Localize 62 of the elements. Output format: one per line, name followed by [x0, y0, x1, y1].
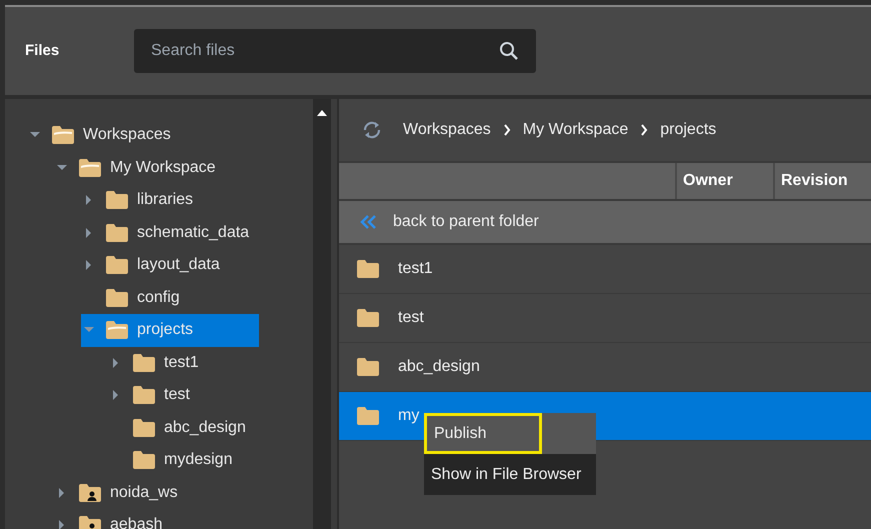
folder-icon	[356, 406, 380, 426]
tree-label: Workspaces	[83, 125, 172, 146]
tree-item[interactable]: projects	[81, 314, 260, 346]
tree-item[interactable]: mydesign	[108, 444, 298, 476]
scroll-up-icon[interactable]	[316, 108, 328, 118]
tree-label: test	[164, 385, 191, 406]
folder-icon	[132, 418, 156, 438]
folder-icon	[356, 308, 380, 328]
tree-item[interactable]: schematic_data	[81, 216, 313, 249]
refresh-icon[interactable]	[361, 119, 383, 141]
folder-icon	[105, 222, 129, 243]
folder-icon	[356, 357, 380, 377]
files-title: Files	[25, 40, 60, 61]
folder-icon	[132, 450, 156, 470]
search-field[interactable]: Search files	[134, 29, 536, 73]
tree-item[interactable]: noida_ws	[54, 476, 244, 509]
folder-icon	[132, 385, 156, 406]
tree-item[interactable]: layout_data	[81, 249, 286, 282]
open-folder-icon	[105, 320, 129, 340]
search-icon[interactable]	[499, 41, 519, 61]
tree-label: My Workspace	[110, 158, 217, 178]
tree-label: schematic_data	[137, 222, 250, 243]
tree-label: projects	[137, 320, 194, 340]
tree-item[interactable]: abc_design	[108, 412, 312, 444]
tree-item[interactable]: test	[108, 379, 256, 412]
tree-label: noida_ws	[110, 482, 179, 503]
tree-item[interactable]: config	[81, 282, 246, 314]
tree-item[interactable]: libraries	[81, 184, 260, 216]
double-chevron-left-icon	[359, 214, 379, 230]
breadcrumb-link[interactable]: Workspaces	[403, 118, 491, 142]
back-label: back to parent folder	[393, 212, 539, 232]
folder-name: my	[398, 406, 420, 426]
tree-label: test1	[164, 352, 200, 373]
folder-icon	[105, 190, 129, 210]
menu-item[interactable]: Publish	[424, 413, 542, 454]
back-row[interactable]: back to parent folder	[339, 201, 871, 245]
chevron-right-icon	[502, 124, 511, 136]
tree-label: libraries	[137, 190, 194, 210]
column-header[interactable]: Revision	[773, 163, 871, 199]
user-folder-icon	[78, 482, 102, 503]
open-folder-icon	[78, 158, 102, 178]
column-header[interactable]: Owner	[675, 163, 773, 199]
breadcrumb-link[interactable]: projects	[660, 118, 716, 142]
tree-item[interactable]: My Workspace	[54, 152, 282, 184]
tree-label: abc_design	[164, 418, 247, 438]
folder-name: test1	[398, 259, 433, 279]
tree-label: config	[137, 288, 181, 308]
folder-icon	[132, 352, 156, 373]
chevron-right-icon	[640, 124, 648, 136]
folder-icon	[105, 255, 129, 276]
folder-name: test	[398, 308, 424, 328]
tree-label: mydesign	[164, 450, 234, 470]
folder-icon	[105, 288, 129, 308]
tree-item[interactable]: Workspaces	[27, 119, 237, 152]
tree-item[interactable]: test1	[108, 346, 265, 379]
tree-label: layout_data	[137, 255, 221, 276]
folder-name: abc_design	[398, 357, 480, 377]
menu-item[interactable]: Show in File Browser	[424, 454, 588, 495]
open-folder-icon	[51, 125, 75, 146]
folder-icon	[356, 259, 380, 279]
user-folder-icon	[78, 515, 102, 529]
breadcrumb-link[interactable]: My Workspace	[522, 118, 628, 142]
